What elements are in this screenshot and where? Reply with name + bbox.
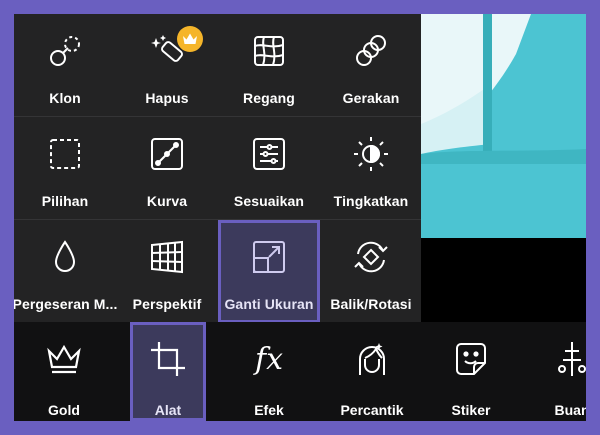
tool-label: Perspektif [132, 296, 202, 312]
resize-icon [250, 238, 288, 276]
tool-label: Kurva [146, 193, 188, 209]
tool-label: Regang [243, 90, 295, 106]
tool-label: Sesuaikan [233, 193, 305, 209]
tool-regang[interactable]: Regang [218, 14, 320, 117]
face-icon [351, 338, 393, 380]
tool-label: Hapus [145, 90, 189, 106]
tool-pilihan[interactable]: Pilihan [14, 117, 116, 220]
tool-label: Gerakan [342, 90, 400, 106]
motion-circles-icon [352, 32, 390, 70]
tool-hapus[interactable]: Hapus [116, 14, 218, 117]
perspective-grid-icon [148, 238, 186, 276]
tab-label: Buan [554, 402, 587, 418]
tool-pergeseran[interactable]: Pergeseran M... [14, 220, 118, 323]
tab-label: Gold [48, 402, 80, 418]
adjust-sliders-icon [250, 135, 288, 173]
tab-percantik[interactable]: Percantik [324, 322, 420, 421]
tool-label: Klon [49, 90, 81, 106]
tool-sesuaikan[interactable]: Sesuaikan [218, 117, 320, 220]
crop-icon [147, 338, 189, 380]
enhance-contrast-icon [352, 135, 390, 173]
water-drop-icon [46, 238, 84, 276]
tool-label: Pergeseran M... [14, 296, 118, 312]
tool-label: Balik/Rotasi [330, 296, 412, 312]
tab-label: Alat [154, 402, 182, 418]
brush-icon [551, 338, 586, 380]
fx-icon: fx [254, 341, 284, 377]
tool-balik-rotasi[interactable]: Balik/Rotasi [320, 220, 422, 323]
tool-label: Ganti Ukuran [224, 296, 314, 312]
tab-buan[interactable]: Buan [542, 322, 586, 421]
tool-ganti-ukuran[interactable]: Ganti Ukuran [218, 220, 320, 323]
tab-stiker[interactable]: Stiker [428, 322, 514, 421]
premium-crown-icon [177, 26, 203, 52]
tab-gold[interactable]: Gold [14, 322, 114, 421]
selection-dashed-icon [46, 135, 84, 173]
tab-label: Percantik [340, 402, 404, 418]
tool-gerakan[interactable]: Gerakan [320, 14, 422, 117]
image-preview[interactable] [421, 14, 586, 238]
tool-label: Tingkatkan [333, 193, 409, 209]
clone-icon [46, 32, 84, 70]
tool-perspektif[interactable]: Perspektif [116, 220, 218, 323]
tool-label: Pilihan [41, 193, 89, 209]
tool-klon[interactable]: Klon [14, 14, 116, 117]
tab-label: Stiker [451, 402, 491, 418]
tab-label: Efek [254, 402, 284, 418]
tool-tingkatkan[interactable]: Tingkatkan [320, 117, 422, 220]
tool-kurva[interactable]: Kurva [116, 117, 218, 220]
warp-grid-icon [250, 32, 288, 70]
sticker-icon [450, 338, 492, 380]
tools-menu: Klon Hapus Regang Gerakan Pilihan Kurva … [14, 14, 422, 323]
canvas-letterbox [421, 238, 586, 322]
tab-alat[interactable]: Alat [130, 322, 206, 421]
bottom-category-bar: Gold Alat fx Efek Percantik Stiker Buan [14, 322, 586, 421]
crown-icon [43, 338, 85, 380]
tab-efek[interactable]: fx Efek [224, 322, 314, 421]
flip-rotate-icon [352, 238, 390, 276]
curves-icon [148, 135, 186, 173]
app-screen: Klon Hapus Regang Gerakan Pilihan Kurva … [14, 14, 586, 421]
